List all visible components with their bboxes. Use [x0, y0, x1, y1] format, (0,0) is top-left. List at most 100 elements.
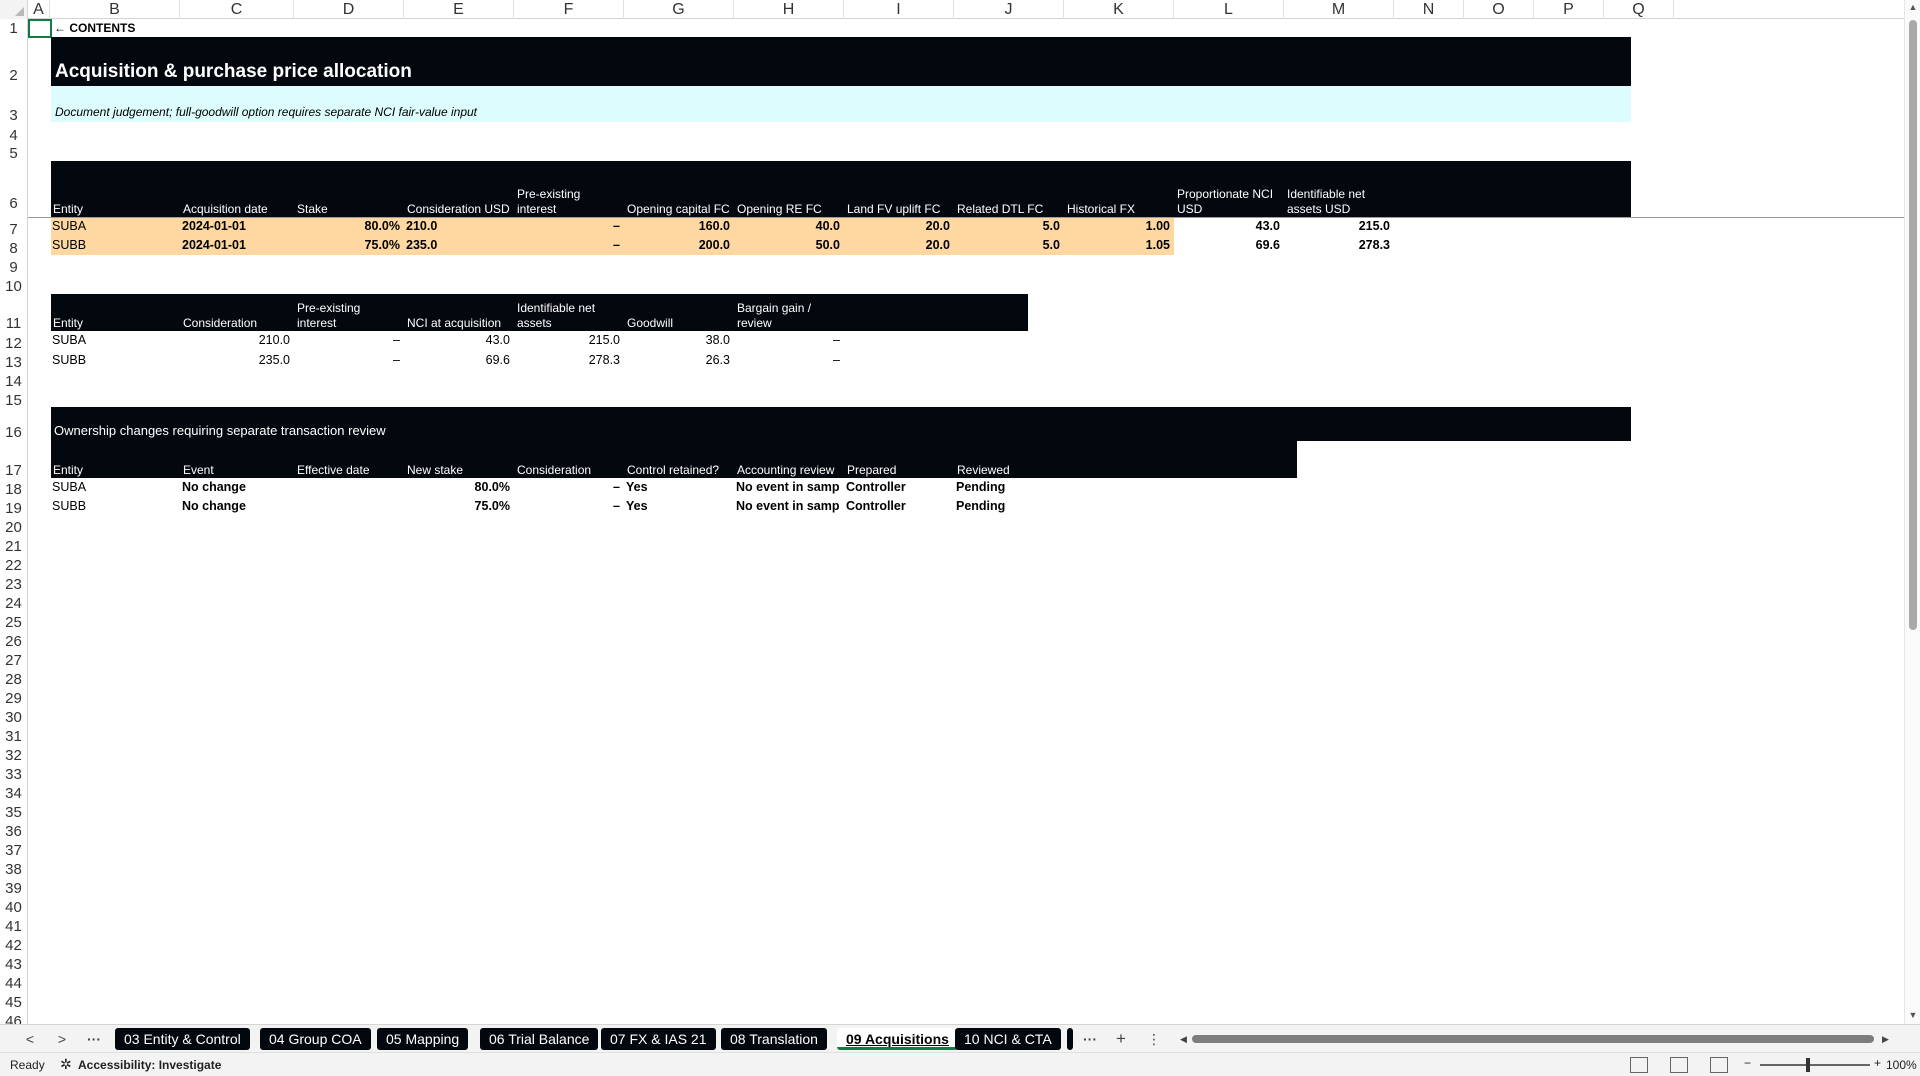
acquisition-cell[interactable]: 75.0%	[296, 238, 400, 252]
ownership-cell[interactable]: 75.0%	[406, 499, 510, 513]
ownership-cell[interactable]: Pending	[956, 480, 1060, 494]
acquisition-cell[interactable]: 20.0	[846, 238, 950, 252]
row-header-12[interactable]: 12	[0, 335, 27, 352]
acquisition-cell[interactable]: 1.00	[1066, 219, 1170, 233]
ppa-cell[interactable]: 26.3	[626, 353, 730, 367]
row-header-21[interactable]: 21	[0, 538, 27, 555]
row-header-28[interactable]: 28	[0, 671, 27, 688]
zoom-level[interactable]: 100%	[1886, 1058, 1917, 1072]
sheet-tab-partial[interactable]	[1067, 1028, 1073, 1050]
sheet-tab[interactable]: 08 Translation	[721, 1028, 827, 1050]
row-header-1[interactable]: 1	[0, 20, 27, 37]
ownership-cell[interactable]: Yes	[626, 480, 730, 494]
ownership-cell[interactable]: No change	[182, 480, 290, 494]
row-header-37[interactable]: 37	[0, 842, 27, 859]
page-layout-view-icon[interactable]	[1670, 1057, 1688, 1073]
ppa-cell[interactable]: 210.0	[182, 333, 290, 347]
column-header-A[interactable]: A	[28, 0, 50, 19]
ppa-cell[interactable]: –	[296, 333, 400, 347]
zoom-out-icon[interactable]: −	[1744, 1056, 1751, 1070]
row-header-6[interactable]: 6	[0, 195, 27, 212]
ownership-cell[interactable]: SUBA	[52, 480, 176, 494]
acquisition-cell[interactable]: 5.0	[956, 238, 1060, 252]
acquisition-cell[interactable]: SUBB	[52, 238, 176, 252]
scroll-left-icon[interactable]: ◀	[1180, 1034, 1187, 1045]
acquisition-cell[interactable]: 2024-01-01	[182, 238, 290, 252]
column-header-F[interactable]: F	[514, 0, 624, 19]
acquisition-cell[interactable]: 200.0	[626, 238, 730, 252]
row-header-17[interactable]: 17	[0, 462, 27, 479]
zoom-slider[interactable]	[1760, 1064, 1870, 1066]
worksheet-grid[interactable]: ← CONTENTS Acquisition & purchase price …	[28, 19, 1904, 1024]
ppa-cell[interactable]: 69.6	[406, 353, 510, 367]
acquisition-cell[interactable]: SUBA	[52, 219, 176, 233]
chevron-left-icon[interactable]: <	[18, 1029, 42, 1049]
row-header-34[interactable]: 34	[0, 785, 27, 802]
column-header-P[interactable]: P	[1534, 0, 1604, 19]
contents-link[interactable]: ← CONTENTS	[54, 21, 135, 35]
row-header-13[interactable]: 13	[0, 354, 27, 371]
ppa-cell[interactable]: 278.3	[516, 353, 620, 367]
column-header-O[interactable]: O	[1464, 0, 1534, 19]
column-header-H[interactable]: H	[734, 0, 844, 19]
sheet-tab[interactable]: 09 Acquisitions	[837, 1028, 958, 1050]
row-header-10[interactable]: 10	[0, 278, 27, 295]
row-header-24[interactable]: 24	[0, 595, 27, 612]
row-header-39[interactable]: 39	[0, 880, 27, 897]
accessibility-icon[interactable]: ✲	[60, 1056, 72, 1073]
row-header-9[interactable]: 9	[0, 259, 27, 276]
row-header-29[interactable]: 29	[0, 690, 27, 707]
acquisition-cell[interactable]: 5.0	[956, 219, 1060, 233]
scroll-up-icon[interactable]: ▲	[1908, 2, 1918, 12]
row-header-33[interactable]: 33	[0, 766, 27, 783]
row-header-46[interactable]: 46	[0, 1013, 27, 1024]
column-header-D[interactable]: D	[294, 0, 404, 19]
column-header-C[interactable]: C	[180, 0, 294, 19]
row-header-11[interactable]: 11	[0, 315, 27, 332]
sheet-tab[interactable]: 03 Entity & Control	[115, 1028, 250, 1050]
acquisition-cell[interactable]: 1.05	[1066, 238, 1170, 252]
acquisition-cell[interactable]: 69.6	[1176, 238, 1280, 252]
acquisition-cell[interactable]: 80.0%	[296, 219, 400, 233]
acquisition-cell[interactable]: 278.3	[1286, 238, 1390, 252]
row-header-23[interactable]: 23	[0, 576, 27, 593]
ownership-cell[interactable]: No event in sample	[736, 480, 840, 494]
row-header-30[interactable]: 30	[0, 709, 27, 726]
ownership-cell[interactable]: –	[516, 499, 620, 513]
row-header-22[interactable]: 22	[0, 557, 27, 574]
sheet-tab[interactable]: 05 Mapping	[377, 1028, 469, 1050]
row-header-8[interactable]: 8	[0, 240, 27, 257]
ownership-cell[interactable]: Pending	[956, 499, 1060, 513]
sheet-options-vertical-ellipsis-icon[interactable]: ⋮	[1142, 1029, 1166, 1049]
row-header-18[interactable]: 18	[0, 481, 27, 498]
row-header-7[interactable]: 7	[0, 221, 27, 238]
vertical-scrollbar[interactable]: ▲ ▼	[1904, 0, 1920, 1024]
acquisition-cell[interactable]: 2024-01-01	[182, 219, 290, 233]
row-header-20[interactable]: 20	[0, 519, 27, 536]
acquisition-cell[interactable]: 160.0	[626, 219, 730, 233]
ownership-cell[interactable]: Controller	[846, 499, 950, 513]
horizontal-scrollbar[interactable]: ◀ ▶	[1180, 1034, 1892, 1044]
column-header-B[interactable]: B	[50, 0, 180, 19]
accessibility-status[interactable]: Accessibility: Investigate	[78, 1058, 221, 1072]
ownership-cell[interactable]: Yes	[626, 499, 730, 513]
scroll-right-icon[interactable]: ▶	[1882, 1034, 1889, 1045]
sheet-tab[interactable]: 06 Trial Balance	[480, 1028, 599, 1050]
acquisition-cell[interactable]: 50.0	[736, 238, 840, 252]
ppa-cell[interactable]: –	[736, 353, 840, 367]
row-header-40[interactable]: 40	[0, 899, 27, 916]
column-header-L[interactable]: L	[1174, 0, 1284, 19]
sheet-tab[interactable]: 10 NCI & CTA	[955, 1028, 1061, 1050]
ppa-cell[interactable]: SUBA	[52, 333, 176, 347]
acquisition-cell[interactable]: 20.0	[846, 219, 950, 233]
sheet-tab[interactable]: 04 Group COA	[260, 1028, 371, 1050]
row-header-42[interactable]: 42	[0, 937, 27, 954]
row-header-27[interactable]: 27	[0, 652, 27, 669]
row-header-44[interactable]: 44	[0, 975, 27, 992]
ppa-cell[interactable]: SUBB	[52, 353, 176, 367]
row-header-32[interactable]: 32	[0, 747, 27, 764]
ppa-cell[interactable]: 235.0	[182, 353, 290, 367]
column-header-E[interactable]: E	[404, 0, 514, 19]
page-break-view-icon[interactable]	[1710, 1057, 1728, 1073]
row-header-4[interactable]: 4	[0, 127, 27, 144]
